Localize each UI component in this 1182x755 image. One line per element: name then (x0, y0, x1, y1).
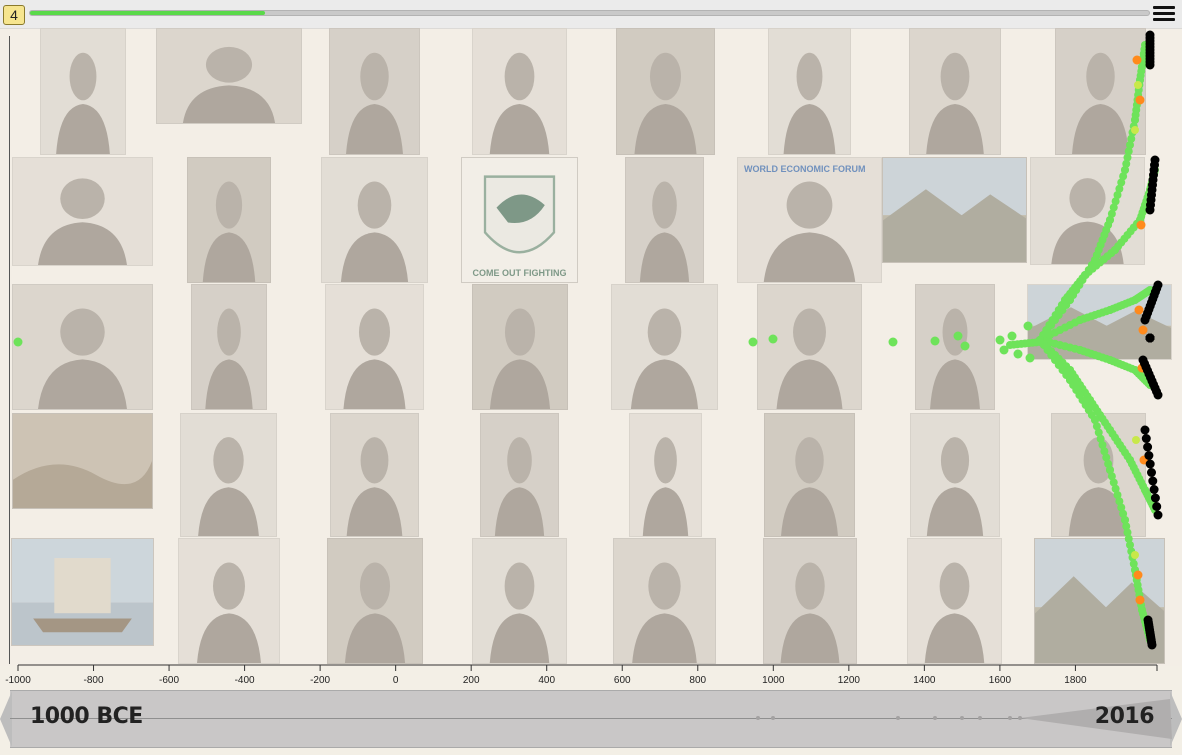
timeline-dot[interactable] (1143, 442, 1153, 452)
timeline-dot[interactable] (1135, 95, 1145, 105)
timeline-dot[interactable] (1144, 451, 1154, 460)
axis-tick-label: 600 (613, 675, 631, 686)
timeline-dot[interactable] (1140, 315, 1150, 325)
time-range-navigator[interactable]: 1000 BCE 2016 (0, 690, 1182, 748)
timeline-dots-overlay (13, 30, 1163, 650)
timeline-dot[interactable] (1138, 325, 1148, 335)
navigator-start-label: 1000 BCE (30, 704, 143, 729)
timeline-dot[interactable] (953, 331, 963, 341)
axis-tick-label: 200 (462, 675, 480, 686)
navigator-dot (978, 716, 982, 720)
navigator-dot (771, 716, 775, 720)
axis-tick-label: -600 (159, 675, 180, 686)
timeline-dot[interactable] (1013, 349, 1023, 359)
time-axis: -1000 -800 -600 -400 -200 0 200 400 600 800 1000 12… (0, 664, 1182, 690)
timeline-dot[interactable] (1145, 459, 1155, 469)
navigator-dot (1008, 716, 1012, 720)
timeline-dot[interactable] (748, 337, 758, 347)
timeline-dot[interactable] (1132, 55, 1142, 65)
timeline-dot[interactable] (1153, 510, 1163, 520)
timeline-dot[interactable] (1007, 331, 1017, 341)
timeline-dot[interactable] (1131, 551, 1139, 559)
timeline-dot[interactable] (1136, 220, 1146, 230)
timeline-dot[interactable] (1134, 305, 1144, 315)
timeline-dot[interactable] (1152, 502, 1162, 511)
timeline-dot[interactable] (1150, 493, 1160, 503)
timeline-dot[interactable] (13, 337, 23, 347)
navigator-dot (756, 716, 760, 720)
timeline-dot[interactable] (995, 335, 1005, 345)
timeline-dot[interactable] (1131, 126, 1139, 134)
timeline-dot[interactable] (1023, 321, 1033, 331)
axis-tick-label: 1800 (1064, 675, 1087, 686)
timeline-dot[interactable] (1149, 485, 1159, 494)
timeline-dot[interactable] (888, 337, 898, 347)
navigator-dot (960, 716, 964, 720)
timeline-dot[interactable] (1145, 333, 1155, 343)
timeline-dot[interactable] (960, 341, 970, 351)
timeline-dot[interactable] (1148, 476, 1158, 486)
navigator-dot (896, 716, 900, 720)
timeline-dot[interactable] (1134, 81, 1142, 89)
axis-tick-label: -400 (234, 675, 255, 686)
timeline-dot[interactable] (1132, 436, 1140, 444)
navigator-dot (1018, 716, 1022, 720)
timeline-dot[interactable] (1133, 570, 1143, 580)
axis-tick-label: 400 (538, 675, 556, 686)
navigator-end-label: 2016 (1094, 704, 1155, 729)
timeline-dot[interactable] (1147, 640, 1157, 650)
axis-tick-label: -800 (83, 675, 104, 686)
axis-tick-label: 1000 (762, 675, 785, 686)
timeline-dot[interactable] (1147, 468, 1156, 477)
navigator-sparkline (756, 699, 1172, 739)
navigator-dot (933, 716, 937, 720)
axis-tick-label: -1000 (5, 675, 31, 686)
axis-tick-label: 800 (689, 675, 707, 686)
axis-tick-label: -200 (310, 675, 331, 686)
timeline-dot[interactable] (1153, 390, 1163, 400)
timeline-dot[interactable] (1141, 434, 1151, 443)
timeline-dot[interactable] (1140, 425, 1150, 435)
axis-tick-label: 1400 (913, 675, 936, 686)
timeline-dot[interactable] (1025, 353, 1035, 363)
timeline-dot[interactable] (1145, 205, 1155, 215)
timeline-dot[interactable] (1145, 60, 1155, 70)
timeline-dot[interactable] (930, 336, 940, 346)
axis-tick-label: 1200 (837, 675, 860, 686)
axis-tick-label: 1600 (988, 675, 1012, 686)
timeline-dot[interactable] (1135, 595, 1145, 605)
axis-tick-label: 0 (392, 675, 399, 686)
timeline-dot[interactable] (1036, 338, 1044, 346)
timeline-dot[interactable] (768, 334, 778, 344)
